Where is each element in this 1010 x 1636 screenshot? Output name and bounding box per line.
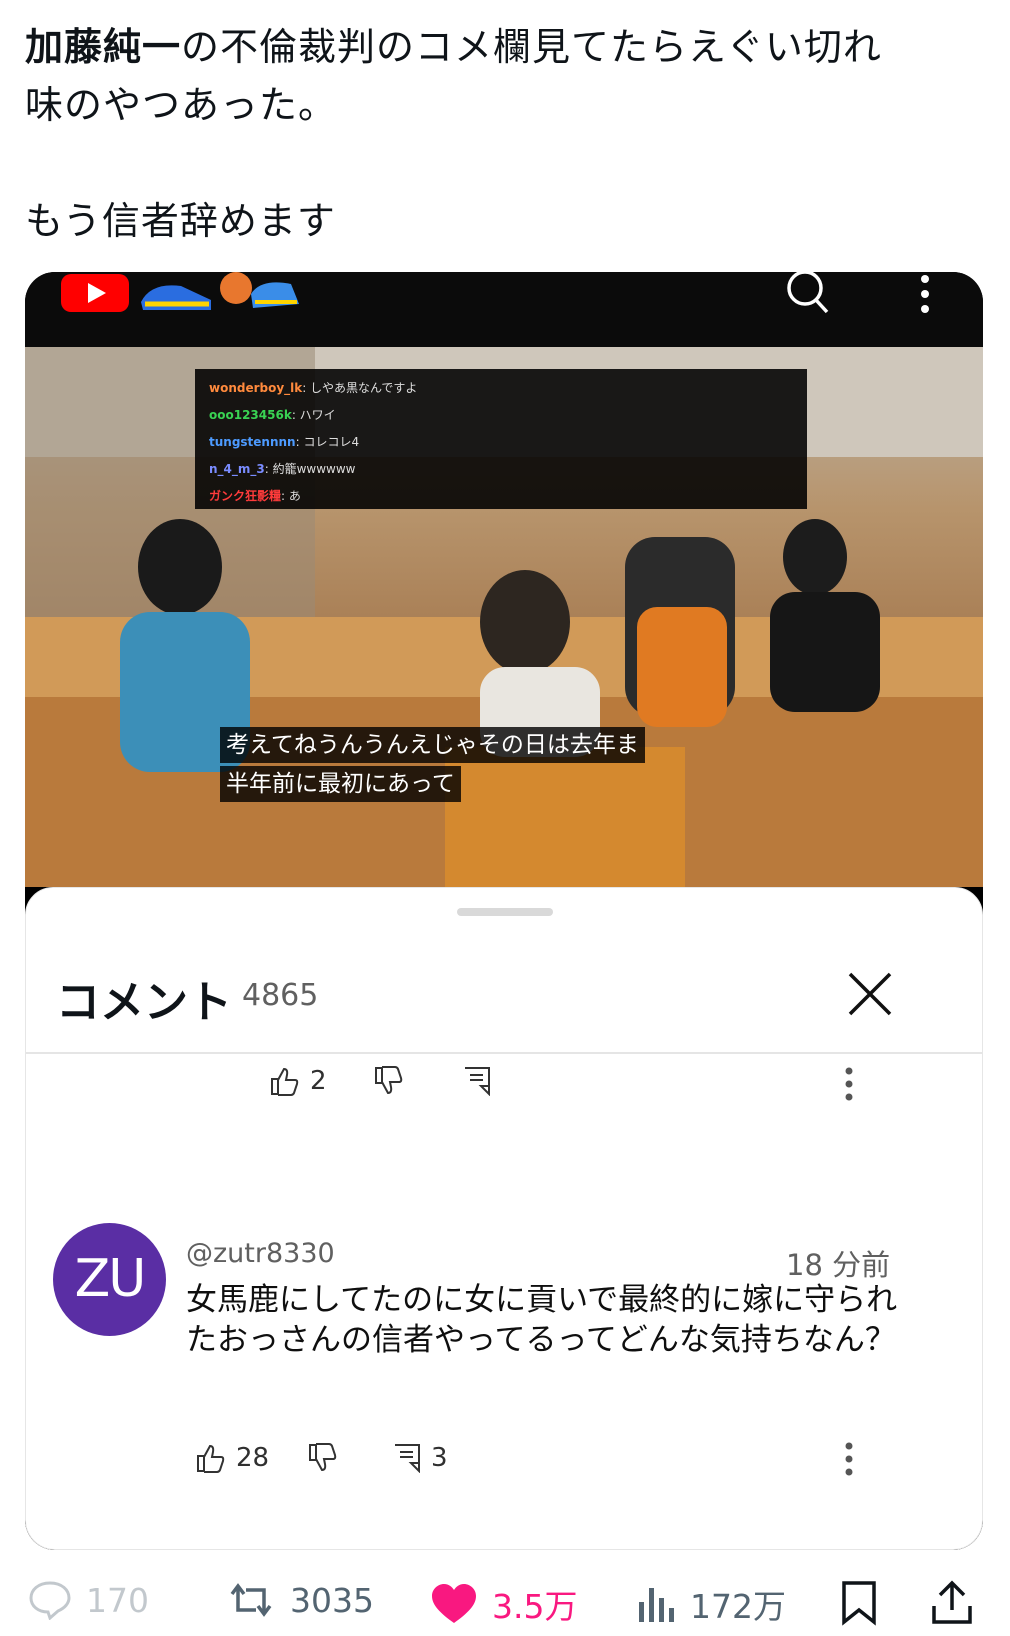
dislike-button[interactable] — [374, 1066, 404, 1096]
reply-icon — [465, 1067, 490, 1096]
chat-msg: 約籠wwwwww — [272, 462, 356, 476]
like-count: 3.5万 — [492, 1587, 578, 1626]
more-vert-icon[interactable] — [920, 274, 930, 318]
speech-bubble-icon — [29, 1581, 71, 1620]
chat-line: wonderboy_lk: しやあ黒なんですよ — [209, 381, 418, 395]
post-text: 加藤純一の不倫裁判のコメ欄見てたらえぐい切れ 味のやつあった。 もう信者辞めます — [25, 18, 975, 250]
like-count: 28 — [236, 1443, 270, 1473]
comments-sheet: コメント 4865 2 ZU @zutr8330 18 分前 女馬鹿にしてたのに… — [25, 887, 983, 1550]
post-line-1-rest: の不倫裁判のコメ欄見てたらえぐい切れ — [181, 25, 882, 69]
video-frame[interactable]: wonderboy_lk: しやあ黒なんですよ ooo123456k: ハワイ … — [25, 347, 983, 887]
chat-user: ooo123456k — [209, 408, 292, 422]
comment-username[interactable]: @zutr8330 — [186, 1238, 335, 1269]
reply-button[interactable] — [463, 1066, 491, 1096]
chat-line: tungstennnn: コレコレ4 — [209, 435, 360, 449]
search-icon[interactable] — [785, 272, 833, 320]
caption-line-2: 半年前に最初にあって — [220, 766, 461, 802]
bar-chart-icon — [639, 1588, 674, 1622]
chat-line: ooo123456k: ハワイ — [209, 408, 336, 422]
divider — [26, 1052, 982, 1054]
thumbs-down-icon — [309, 1443, 337, 1472]
media-card[interactable]: wonderboy_lk: しやあ黒なんですよ ooo123456k: ハワイ … — [25, 272, 983, 1550]
like-action[interactable]: 3.5万 — [430, 1580, 577, 1628]
reply-button[interactable]: 3 — [393, 1443, 448, 1473]
chat-user: ガンク狂影糧 — [209, 489, 282, 503]
sneaker-doodle-icon — [141, 272, 299, 310]
view-count: 172万 — [690, 1587, 786, 1626]
caption-line-1: 考えてねうんうんえじゃその日は去年ま — [220, 727, 645, 763]
post-blank-line — [25, 134, 975, 192]
thumbs-down-icon — [375, 1066, 403, 1095]
post-mention[interactable]: 加藤純一 — [25, 25, 181, 69]
repost-count: 3035 — [290, 1580, 374, 1620]
chat-msg: ハワイ — [299, 408, 336, 422]
chat-user: tungstennnn — [209, 435, 296, 449]
comment-text: 女馬鹿にしてたのに女に貢いで最終的に嫁に守られたおっさんの信者やってるってどんな… — [186, 1282, 898, 1358]
dislike-button[interactable] — [308, 1443, 338, 1473]
avatar[interactable]: ZU — [53, 1223, 166, 1336]
comments-count: 4865 — [242, 978, 319, 1013]
repost-icon — [230, 1583, 272, 1617]
reply-count: 3 — [431, 1443, 448, 1473]
share-icon[interactable] — [930, 1580, 974, 1626]
youtube-top-bar — [25, 272, 983, 347]
chat-msg: しやあ黒なんですよ — [310, 381, 418, 395]
youtube-logo-icon — [61, 274, 129, 312]
reply-icon — [395, 1444, 420, 1473]
more-vert-icon[interactable] — [844, 1066, 854, 1106]
like-count: 2 — [310, 1066, 327, 1096]
chat-msg: コレコレ4 — [303, 435, 360, 449]
thumbs-up-icon — [271, 1067, 299, 1096]
live-chat-overlay: wonderboy_lk: しやあ黒なんですよ ooo123456k: ハワイ … — [195, 369, 807, 509]
reply-action[interactable]: 170 — [28, 1580, 149, 1620]
post-line-1: 加藤純一の不倫裁判のコメ欄見てたらえぐい切れ — [25, 18, 975, 76]
chat-msg: あ — [288, 489, 301, 503]
like-button[interactable]: 2 — [270, 1066, 327, 1096]
post-line-2: 味のやつあった。 — [25, 83, 338, 127]
comment-time: 18 分前 — [786, 1248, 891, 1282]
like-button[interactable]: 28 — [196, 1443, 269, 1473]
chat-line: n_4_m_3: 約籠wwwwww — [209, 462, 356, 476]
heart-icon — [432, 1584, 476, 1623]
drag-handle[interactable] — [457, 908, 553, 916]
chat-user: wonderboy_lk — [209, 381, 303, 395]
repost-action[interactable]: 3035 — [226, 1580, 374, 1620]
reply-count: 170 — [86, 1580, 149, 1620]
chat-user: n_4_m_3 — [209, 462, 265, 476]
post-line-3: もう信者辞めます — [25, 199, 336, 243]
views-action[interactable]: 172万 — [636, 1580, 786, 1628]
more-vert-icon[interactable] — [844, 1441, 854, 1481]
comments-title: コメント — [56, 977, 232, 1028]
post-action-bar: 170 3035 3.5万 172万 — [0, 1580, 1010, 1636]
video-captions: 考えてねうんうんえじゃその日は去年ま 半年前に最初にあって — [220, 727, 645, 805]
bookmark-icon[interactable] — [840, 1580, 878, 1626]
close-icon[interactable] — [846, 970, 894, 1018]
chat-line: ガンク狂影糧: あ — [209, 489, 301, 503]
thumbs-up-icon — [197, 1444, 225, 1473]
